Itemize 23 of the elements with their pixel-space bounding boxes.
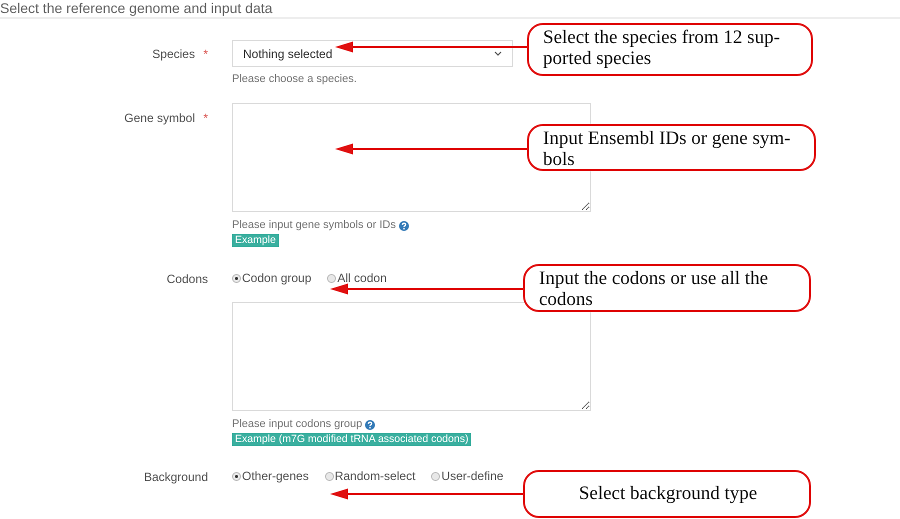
species-dropdown[interactable]: Nothing selected — [232, 40, 513, 67]
field-label: Codons — [166, 272, 208, 286]
required-mark: * — [203, 47, 208, 61]
help-icon[interactable] — [365, 420, 376, 430]
callout-text: Select the species from 12 sup- ported species — [527, 23, 813, 76]
field-label: Gene symbol — [124, 111, 195, 125]
callout-text: Input Ensembl IDs or gene sym- bols — [527, 124, 816, 171]
required-mark: * — [203, 111, 208, 125]
radio-button[interactable]: Random-select — [324, 469, 416, 484]
field-label: Species — [152, 47, 195, 61]
radio-button[interactable]: Other-genes — [232, 469, 309, 484]
help-icon[interactable] — [398, 220, 409, 230]
caret-icon — [494, 51, 502, 56]
radio-button[interactable]: All codon — [327, 271, 387, 286]
radio-button[interactable]: Codon group — [232, 271, 312, 286]
radio-button[interactable]: User-define — [431, 469, 504, 484]
callout-text: Select background type — [523, 470, 811, 518]
section-title: Select the reference genome and input data — [0, 0, 274, 16]
hint-text: Please input gene symbols or IDs — [232, 219, 396, 232]
hint-text: Please input codons group — [232, 418, 362, 431]
hint-text: Please choose a species. — [232, 73, 357, 86]
callout-text: Input the codons or use all the codons — [523, 264, 811, 312]
field-label: Background — [144, 470, 208, 484]
